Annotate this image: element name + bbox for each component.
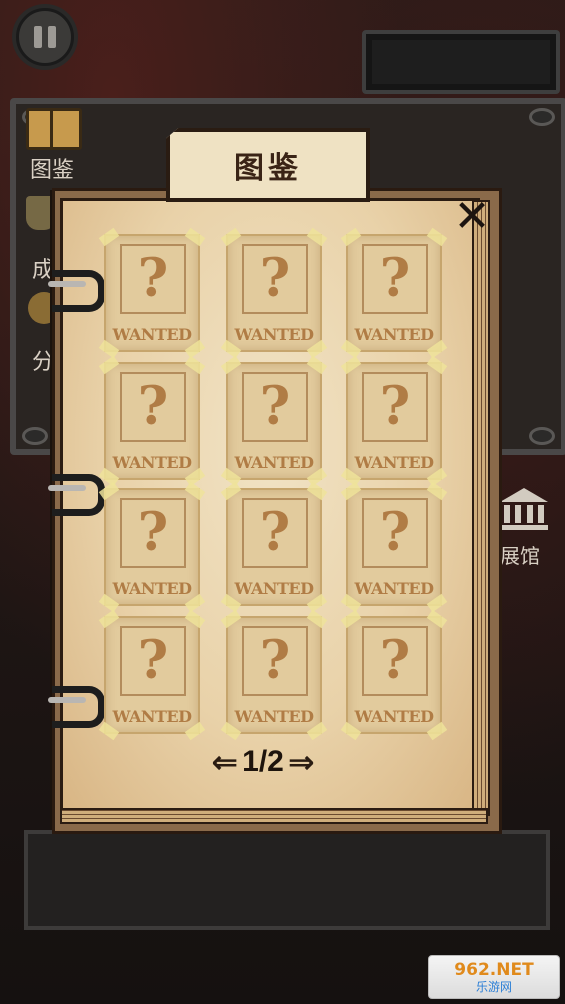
tape-strip (306, 609, 328, 629)
tape-strip (306, 355, 328, 375)
tape-strip (220, 609, 242, 629)
question-mark-icon: ? (137, 248, 169, 309)
page-bottom-edge (60, 808, 488, 824)
binder-ring (48, 474, 105, 516)
sidebar-item-label[interactable]: 图鉴 (30, 152, 74, 184)
tape-strip (306, 481, 328, 501)
question-mark-icon: ? (379, 502, 411, 563)
pause-icon (34, 26, 42, 48)
watermark-site-name: 乐游网 (475, 980, 512, 994)
question-mark-icon: ? (137, 630, 169, 691)
wanted-card[interactable]: ? WANTED (340, 481, 448, 613)
question-mark-icon: ? (259, 630, 291, 691)
card-portrait-frame: ? (362, 372, 428, 442)
card-portrait-frame: ? (242, 372, 308, 442)
wanted-card[interactable]: ? WANTED (340, 609, 448, 741)
card-caption: WANTED (234, 325, 314, 344)
card-portrait-frame: ? (242, 244, 308, 314)
museum-roof (500, 488, 548, 502)
wanted-card[interactable]: ? WANTED (98, 481, 206, 613)
card-caption: WANTED (354, 453, 434, 472)
prev-page-arrow-icon[interactable]: ⇐ (211, 746, 238, 778)
binder-ring (48, 686, 105, 728)
question-mark-icon: ? (259, 376, 291, 437)
collection-grid: ? WANTED? WANTED? WANTED? WANTED? WANTED? WANT… (98, 227, 448, 741)
binder-ring (48, 270, 105, 312)
wanted-card[interactable]: ? WANTED (98, 227, 206, 359)
tape-strip (220, 481, 242, 501)
question-mark-icon: ? (259, 502, 291, 563)
frame-bolt (529, 427, 555, 445)
question-mark-icon: ? (137, 502, 169, 563)
card-caption: WANTED (112, 325, 192, 344)
card-caption: WANTED (234, 579, 314, 598)
tape-strip (184, 355, 206, 375)
pause-icon-bar (48, 26, 56, 48)
page-indicator: 1/2 (242, 745, 284, 778)
card-caption: WANTED (112, 453, 192, 472)
tape-strip (220, 355, 242, 375)
card-caption: WANTED (234, 453, 314, 472)
card-portrait-frame: ? (362, 498, 428, 568)
wanted-card[interactable]: ? WANTED (220, 227, 328, 359)
card-portrait-frame: ? (362, 244, 428, 314)
question-mark-icon: ? (379, 248, 411, 309)
site-watermark: 962.NET 乐游网 (428, 955, 560, 999)
card-portrait-frame: ? (120, 626, 186, 696)
wanted-card[interactable]: ? WANTED (220, 481, 328, 613)
question-mark-icon: ? (137, 376, 169, 437)
tape-strip (340, 481, 362, 501)
card-caption: WANTED (234, 707, 314, 726)
page-edge (472, 200, 490, 816)
wanted-card[interactable]: ? WANTED (98, 609, 206, 741)
card-portrait-frame: ? (362, 626, 428, 696)
bottom-panel (24, 830, 550, 930)
tape-strip (184, 609, 206, 629)
card-portrait-frame: ? (242, 626, 308, 696)
wanted-card[interactable]: ? WANTED (220, 609, 328, 741)
museum-icon[interactable] (500, 488, 548, 530)
top-status-panel (362, 30, 560, 94)
question-mark-icon: ? (379, 376, 411, 437)
wanted-card[interactable]: ? WANTED (98, 355, 206, 487)
question-mark-icon: ? (259, 248, 291, 309)
pagination: ⇐ 1/2 ⇒ (188, 742, 338, 782)
museum-columns (500, 505, 548, 523)
tape-strip (340, 355, 362, 375)
wanted-card[interactable]: ? WANTED (220, 355, 328, 487)
book-title: 图鉴 (166, 128, 370, 202)
tape-strip (184, 481, 206, 501)
card-caption: WANTED (354, 325, 434, 344)
card-caption: WANTED (112, 579, 192, 598)
tape-strip (340, 609, 362, 629)
card-portrait-frame: ? (120, 244, 186, 314)
frame-bolt (22, 427, 48, 445)
wanted-card[interactable]: ? WANTED (340, 355, 448, 487)
close-icon[interactable]: ✕ (452, 195, 492, 239)
card-caption: WANTED (112, 707, 192, 726)
wanted-card[interactable]: ? WANTED (340, 227, 448, 359)
card-portrait-frame: ? (242, 498, 308, 568)
card-caption: WANTED (354, 707, 434, 726)
frame-bolt (529, 108, 555, 126)
question-mark-icon: ? (379, 630, 411, 691)
museum-label[interactable]: 展馆 (500, 540, 540, 569)
card-portrait-frame: ? (120, 498, 186, 568)
watermark-logo-text: 962.NET (454, 960, 534, 980)
pause-button[interactable] (16, 8, 74, 66)
card-portrait-frame: ? (120, 372, 186, 442)
book-icon[interactable] (26, 108, 82, 150)
card-caption: WANTED (354, 579, 434, 598)
next-page-arrow-icon[interactable]: ⇒ (288, 746, 315, 778)
museum-base (500, 525, 548, 530)
